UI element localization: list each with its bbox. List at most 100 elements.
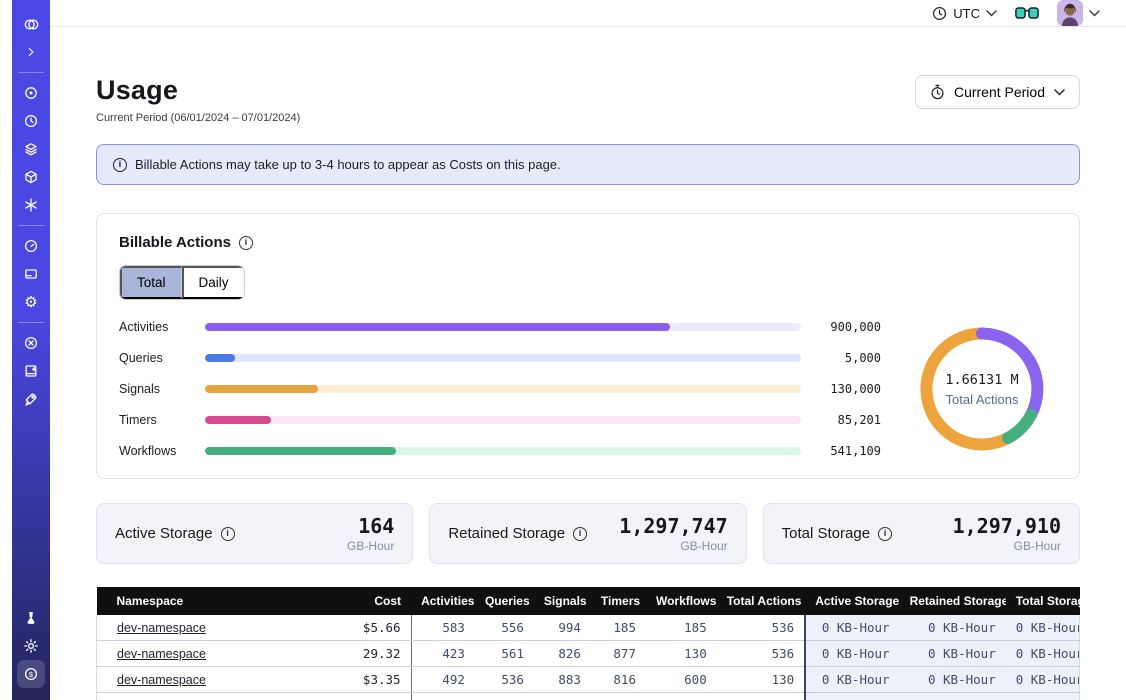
bar-value: 900,000 bbox=[815, 320, 881, 334]
total-actions-cell: 536 bbox=[717, 615, 805, 641]
donut-segment-green bbox=[1008, 415, 1031, 438]
pricing-dollar-icon[interactable]: $ bbox=[17, 660, 45, 688]
namespace-usage-table: NamespaceCostActivitiesQueriesSignalsTim… bbox=[96, 587, 1080, 700]
activities-cell bbox=[411, 693, 475, 700]
queries-cell bbox=[475, 693, 534, 700]
history-clock-icon[interactable] bbox=[17, 107, 45, 135]
namespace-link[interactable]: dev-namespace bbox=[117, 673, 206, 687]
bar-value: 5,000 bbox=[815, 351, 881, 365]
namespace-cell bbox=[97, 693, 323, 700]
total-storage-unit: GB-Hour bbox=[953, 539, 1061, 553]
page-title: Usage bbox=[96, 75, 300, 106]
retained-storage-cell: 0 KB-Hour bbox=[900, 667, 1006, 693]
bar-category-label: Activities bbox=[119, 320, 191, 334]
bar-track bbox=[205, 385, 801, 393]
billable-bar-row: Activities 900,000 bbox=[119, 320, 881, 334]
active-storage-unit: GB-Hour bbox=[347, 539, 394, 553]
namespace-cell: dev-namespace bbox=[97, 641, 323, 667]
cost-cell: 29.32 bbox=[323, 641, 411, 667]
timers-cell bbox=[591, 693, 646, 700]
settings-gear-icon[interactable]: ⚙ bbox=[17, 288, 45, 316]
namespaces-target-icon[interactable] bbox=[17, 79, 45, 107]
cube-icon[interactable] bbox=[17, 163, 45, 191]
total-storage-label: Total Storage bbox=[782, 525, 870, 542]
column-header: Cost bbox=[323, 587, 411, 615]
bar-fill bbox=[205, 385, 318, 393]
bar-category-label: Queries bbox=[119, 351, 191, 365]
svg-text:$: $ bbox=[29, 670, 34, 679]
info-icon[interactable] bbox=[239, 236, 253, 250]
avatar bbox=[1057, 0, 1083, 26]
total-storage-cell bbox=[1006, 693, 1080, 700]
table-row bbox=[97, 693, 1080, 700]
bar-value: 541,109 bbox=[815, 444, 881, 458]
storage-summary-row: Active Storage 164 GB-Hour Retained Stor… bbox=[96, 503, 1080, 564]
active-storage-cell: 0 KB-Hour bbox=[805, 667, 899, 693]
glasses-icon[interactable] bbox=[1015, 7, 1039, 20]
expand-chevron-icon[interactable] bbox=[17, 38, 45, 66]
namespace-link[interactable]: dev-namespace bbox=[117, 647, 206, 661]
info-icon[interactable] bbox=[221, 527, 235, 541]
retained-storage-cell: 0 KB-Hour bbox=[900, 615, 1006, 641]
active-storage-value: 164 bbox=[347, 514, 394, 538]
bar-fill bbox=[205, 416, 271, 424]
labs-flask-icon[interactable] bbox=[17, 604, 45, 632]
info-icon bbox=[113, 158, 127, 172]
support-circle-x-icon[interactable] bbox=[17, 329, 45, 357]
column-header: Signals bbox=[534, 587, 591, 615]
tab-daily[interactable]: Daily bbox=[182, 266, 244, 299]
theme-sun-icon[interactable] bbox=[17, 632, 45, 660]
column-header: Timers bbox=[591, 587, 646, 615]
user-menu[interactable] bbox=[1057, 0, 1100, 26]
table-header-row: NamespaceCostActivitiesQueriesSignalsTim… bbox=[97, 587, 1080, 615]
billing-card-icon[interactable] bbox=[17, 260, 45, 288]
bar-fill bbox=[205, 354, 235, 362]
timers-cell: 877 bbox=[591, 641, 646, 667]
getting-started-rocket-icon[interactable] bbox=[17, 385, 45, 413]
bar-track bbox=[205, 323, 801, 331]
column-header: Active Storage bbox=[805, 587, 899, 615]
active-storage-card: Active Storage 164 GB-Hour bbox=[96, 503, 413, 564]
retained-storage-cell bbox=[900, 693, 1006, 700]
signals-cell bbox=[534, 693, 591, 700]
bar-value: 130,000 bbox=[815, 382, 881, 396]
period-selector-button[interactable]: Current Period bbox=[915, 75, 1080, 109]
asterisk-icon[interactable] bbox=[17, 191, 45, 219]
layers-icon[interactable] bbox=[17, 135, 45, 163]
column-header: Workflows bbox=[646, 587, 717, 615]
timezone-selector[interactable]: UTC bbox=[932, 6, 997, 21]
billable-bar-row: Workflows 541,109 bbox=[119, 444, 881, 458]
total-actions-value: 1.66131 M bbox=[945, 372, 1018, 388]
active-storage-cell bbox=[805, 693, 899, 700]
tab-total[interactable]: Total bbox=[120, 266, 182, 299]
cost-cell bbox=[323, 693, 411, 700]
billable-bars: Activities 900,000 Queries 5,000 Signals… bbox=[119, 320, 907, 458]
bar-fill bbox=[205, 447, 396, 455]
retained-storage-label: Retained Storage bbox=[448, 525, 565, 542]
signals-cell: 826 bbox=[534, 641, 591, 667]
billable-bar-row: Signals 130,000 bbox=[119, 382, 881, 396]
info-icon[interactable] bbox=[573, 527, 587, 541]
cost-cell: $5.66 bbox=[323, 615, 411, 641]
workflows-cell: 600 bbox=[646, 667, 717, 693]
info-icon[interactable] bbox=[878, 527, 892, 541]
retained-storage-value: 1,297,747 bbox=[619, 514, 727, 538]
sidebar: ⚙ $ bbox=[12, 0, 50, 700]
total-actions-cell: 536 bbox=[717, 641, 805, 667]
bar-fill bbox=[205, 323, 670, 331]
namespace-link[interactable]: dev-namespace bbox=[117, 621, 206, 635]
queries-cell: 536 bbox=[475, 667, 534, 693]
stopwatch-icon bbox=[930, 84, 945, 100]
usage-meter-icon[interactable] bbox=[17, 232, 45, 260]
sidebar-divider bbox=[18, 322, 44, 323]
temporal-logo-icon[interactable] bbox=[17, 10, 45, 38]
column-header: Total Storage bbox=[1006, 587, 1080, 615]
total-actions-cell bbox=[717, 693, 805, 700]
activities-cell: 583 bbox=[411, 615, 475, 641]
bar-category-label: Timers bbox=[119, 413, 191, 427]
column-header: Retained Storage bbox=[900, 587, 1006, 615]
clock-icon bbox=[932, 6, 947, 21]
table-row: dev-namespace $5.66 583 556 994 185 185 … bbox=[97, 615, 1080, 641]
total-storage-card: Total Storage 1,297,910 GB-Hour bbox=[763, 503, 1080, 564]
docs-book-icon[interactable] bbox=[17, 357, 45, 385]
